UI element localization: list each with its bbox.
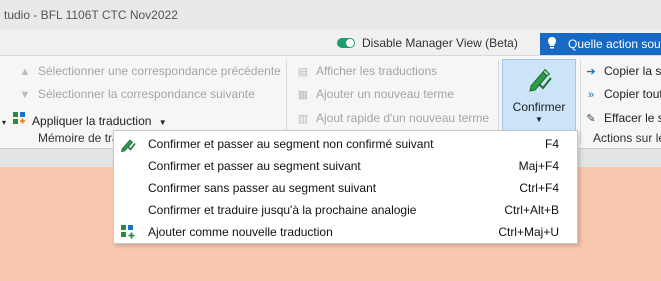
pencil-check-icon	[527, 66, 553, 92]
lightbulb-icon	[546, 36, 558, 53]
chevron-down-icon: ▾	[2, 118, 7, 127]
show-translations-button[interactable]: ▤ Afficher les traductions	[296, 64, 437, 78]
copy-all-label: Copier tout	[604, 87, 661, 101]
menu-item-label: Ajouter comme nouvelle traduction	[148, 225, 333, 239]
menu-item-confirm-next[interactable]: Confirmer et passer au segment suivant M…	[114, 155, 577, 177]
menu-item-shortcut: Ctrl+F4	[519, 181, 559, 195]
prev-match-label: Sélectionner une correspondance précéden…	[38, 64, 281, 78]
apply-translation-button[interactable]: ▾ Appliquer la traduction ▼	[2, 111, 167, 128]
manager-view-toggle[interactable]	[337, 38, 355, 48]
arrow-right-icon: ➔	[586, 66, 596, 78]
search-label: Quelle action sou	[568, 37, 661, 51]
menu-item-add-translation[interactable]: Ajouter comme nouvelle traduction Ctrl+M…	[114, 221, 577, 243]
menu-item-label: Confirmer et passer au segment suivant	[148, 159, 361, 173]
document-icon: ▤	[297, 66, 309, 78]
next-match-label: Sélectionner la correspondance suivante	[38, 87, 255, 101]
confirm-button[interactable]: Confirmer ▼	[502, 59, 576, 131]
memory-group-label: Mémoire de tra	[38, 131, 119, 145]
menu-item-shortcut: Ctrl+Alt+B	[504, 203, 559, 217]
menu-item-shortcut: F4	[544, 137, 559, 151]
add-translation-icon	[120, 224, 136, 240]
menu-item-confirm-translate[interactable]: Confirmer et traduire jusqu'à la prochai…	[114, 199, 577, 221]
ribbon-separator	[580, 60, 581, 144]
title-bar: tudio - BFL 1106T CTC Nov2022	[0, 0, 661, 30]
add-term-icon: ▦	[297, 89, 309, 101]
manager-view-label: Disable Manager View (Beta)	[362, 36, 518, 50]
apply-translation-icon	[12, 111, 26, 128]
clear-segment-label: Effacer le se	[604, 111, 661, 125]
menu-item-shortcut: Maj+F4	[518, 159, 559, 173]
add-term-label: Ajouter un nouveau terme	[316, 87, 455, 101]
chevron-down-icon: ▼	[535, 115, 543, 124]
app-window: tudio - BFL 1106T CTC Nov2022 Disable Ma…	[0, 0, 661, 281]
add-term-button[interactable]: ▦ Ajouter un nouveau terme	[296, 87, 454, 101]
confirm-button-label: Confirmer	[512, 100, 566, 114]
tell-me-search[interactable]: Quelle action sou	[540, 33, 661, 55]
clear-segment-button[interactable]: ✎ Effacer le se	[584, 111, 661, 125]
window-title: tudio - BFL 1106T CTC Nov2022	[4, 8, 178, 22]
arrow-up-icon: ▲	[19, 66, 31, 78]
next-match-button[interactable]: ▼ Sélectionner la correspondance suivante	[18, 87, 255, 101]
quick-add-term-button[interactable]: ▥ Ajout rapide d'un nouveau terme	[296, 111, 489, 125]
arrow-down-icon: ▼	[19, 89, 31, 101]
apply-translation-caret-icon: ▼	[158, 118, 167, 127]
show-translations-label: Afficher les traductions	[316, 64, 438, 78]
menu-item-confirm-next-unconfirmed[interactable]: Confirmer et passer au segment non confi…	[114, 133, 577, 155]
copy-all-button[interactable]: » Copier tout	[584, 87, 661, 101]
double-arrow-icon: »	[587, 89, 595, 101]
copy-source-label: Copier la so	[604, 64, 661, 78]
pencil-check-icon	[120, 136, 136, 152]
actions-group-label: Actions sur le	[593, 131, 661, 145]
menu-item-label: Confirmer sans passer au segment suivant	[148, 181, 377, 195]
eraser-icon: ✎	[586, 113, 596, 125]
quick-add-term-label: Ajout rapide d'un nouveau terme	[316, 111, 490, 125]
quick-add-term-icon: ▥	[297, 113, 309, 125]
menu-item-label: Confirmer et passer au segment non confi…	[148, 137, 434, 151]
menu-item-shortcut: Ctrl+Maj+U	[498, 225, 559, 239]
copy-source-button[interactable]: ➔ Copier la so	[584, 64, 661, 78]
confirm-dropdown-menu: Confirmer et passer au segment non confi…	[113, 130, 578, 244]
apply-translation-label: Appliquer la traduction	[32, 114, 152, 128]
prev-match-button[interactable]: ▲ Sélectionner une correspondance précéde…	[18, 64, 281, 78]
menu-item-label: Confirmer et traduire jusqu'à la prochai…	[148, 203, 417, 217]
menu-item-confirm-stay[interactable]: Confirmer sans passer au segment suivant…	[114, 177, 577, 199]
